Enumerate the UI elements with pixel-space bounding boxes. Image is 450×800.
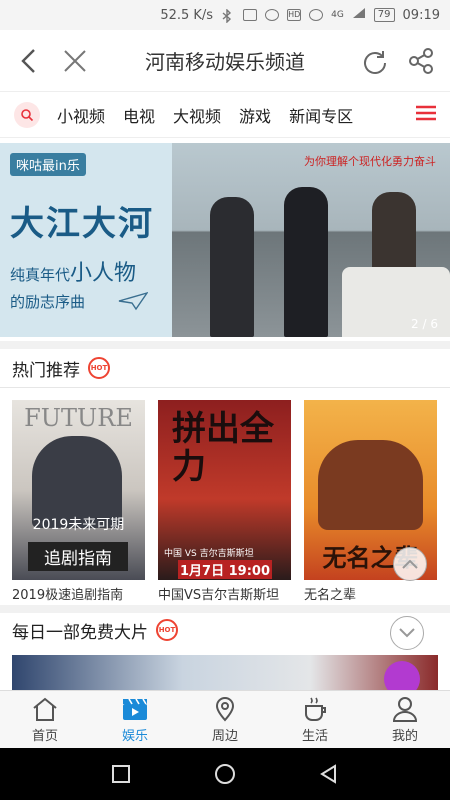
daily-section-header: 每日一部免费大片 HOT (0, 612, 450, 648)
nav-label: 我的 (391, 728, 418, 744)
nav-label: 娱乐 (121, 728, 148, 744)
close-icon[interactable] (52, 38, 98, 84)
signal-label: 4G (331, 10, 344, 20)
clock: 09:19 (402, 7, 440, 23)
banner-figure (210, 197, 254, 337)
banner-image: 为你理解个现代化勇力奋斗 2 / 6 (172, 143, 450, 337)
bottom-nav: 首页 娱乐 周边 生活 我的 (0, 690, 450, 748)
poster-title: FUTURE (24, 404, 133, 432)
poster-caption[interactable]: 中国VS吉尔吉斯斯坦 (158, 584, 279, 603)
tab-news[interactable]: 新闻专区 (289, 103, 353, 127)
hot-badge-icon: HOT (156, 619, 178, 641)
banner-subtitle-highlight: 小人物 (70, 261, 137, 286)
home-circle-icon[interactable] (214, 763, 236, 785)
tab-big-video[interactable]: 大视频 (173, 103, 221, 127)
poster-title: 拼出全力 (172, 409, 274, 487)
hot-posters: FUTURE 2019未来可期 追剧指南 拼出全力 中国 VS 吉尔吉斯斯坦 1… (0, 400, 450, 603)
nav-label: 周边 (211, 728, 238, 744)
share-icon[interactable] (398, 38, 444, 84)
status-bar: 52.5 K/s HD 4G 79 09:19 (0, 0, 450, 30)
banner-tag: 为你理解个现代化勇力奋斗 (304, 155, 436, 168)
hd-icon: HD (287, 9, 302, 21)
nav-profile[interactable]: 我的 (360, 691, 450, 748)
poster-line2: 1月7日 19:00 (178, 560, 272, 579)
hot-badge-icon: HOT (88, 357, 110, 379)
video-clapper-icon (123, 698, 147, 720)
daily-movie-thumbnail[interactable] (12, 655, 438, 690)
bluetooth-icon (221, 8, 235, 24)
nav-label: 生活 (301, 728, 328, 744)
user-icon (392, 696, 418, 722)
search-icon[interactable] (14, 101, 40, 128)
battery-icon: 79 (373, 8, 395, 22)
hot-section-header: 热门推荐 HOT (0, 350, 450, 386)
title-bar: 河南移动娱乐频道 (0, 30, 450, 92)
back-triangle-icon[interactable] (319, 764, 339, 784)
banner-carousel[interactable]: 咪咕最in乐 大江大河 纯真年代小人物 的励志序曲 为你理解个现代化勇力奋斗 2… (0, 143, 450, 337)
nav-home[interactable]: 首页 (0, 691, 90, 748)
category-bar: 小视频 电视 大视频 游戏 新闻专区 (0, 92, 450, 138)
nav-label: 首页 (31, 728, 58, 744)
network-speed: 52.5 K/s (160, 7, 214, 23)
divider (0, 387, 450, 388)
home-icon (33, 697, 57, 721)
page-title: 河南移动娱乐频道 (145, 50, 305, 74)
poster-caption[interactable]: 2019极速追剧指南 (12, 584, 123, 603)
hot-section-title: 热门推荐 (12, 360, 80, 381)
thumbnail-badge (384, 661, 420, 690)
nav-entertainment[interactable]: 娱乐 (90, 691, 180, 748)
nav-life[interactable]: 生活 (270, 691, 360, 748)
banner-subtitle-prefix: 纯真年代 (10, 266, 71, 284)
signal-bars-icon (352, 7, 366, 23)
chevron-down-icon (399, 628, 415, 638)
banner-subtitle: 纯真年代小人物 (10, 255, 162, 287)
back-arrow-icon[interactable] (6, 38, 52, 84)
poster-card[interactable]: FUTURE 2019未来可期 追剧指南 (12, 400, 145, 580)
refresh-icon[interactable] (352, 38, 398, 84)
banner-pager: 2 / 6 (411, 317, 438, 331)
poster-caption[interactable]: 无名之辈 (304, 584, 356, 603)
expand-button[interactable] (390, 616, 424, 650)
tab-games[interactable]: 游戏 (239, 103, 271, 127)
divider (0, 341, 450, 349)
poster-crowd (318, 440, 423, 530)
poster-line1: 中国 VS 吉尔吉斯斯坦 (164, 549, 254, 559)
poster-card[interactable]: 拼出全力 中国 VS 吉尔吉斯斯坦 1月7日 19:00 (158, 400, 291, 580)
nav-nearby[interactable]: 周边 (180, 691, 270, 748)
paper-plane-icon (118, 291, 148, 311)
tab-tv[interactable]: 电视 (123, 103, 155, 127)
vibrate-icon (243, 9, 258, 21)
poster-line2: 追剧指南 (28, 542, 128, 571)
tab-short-video[interactable]: 小视频 (57, 103, 105, 127)
location-pin-icon (215, 696, 235, 722)
daily-section-title: 每日一部免费大片 (12, 622, 148, 643)
menu-icon[interactable] (416, 105, 436, 125)
alarm-icon (265, 9, 280, 21)
poster-line1: 2019未来可期 (32, 517, 125, 533)
recents-square-icon[interactable] (111, 764, 131, 784)
banner-headline: 大江大河 (10, 204, 154, 244)
banner-brand: 咪咕最in乐 (10, 153, 86, 176)
eye-icon (309, 9, 324, 21)
banner-text-panel: 咪咕最in乐 大江大河 纯真年代小人物 的励志序曲 (0, 143, 172, 337)
system-nav-bar (0, 748, 450, 800)
chevron-up-icon (402, 559, 418, 569)
scroll-up-button[interactable] (393, 547, 427, 581)
coffee-cup-icon (305, 697, 326, 721)
banner-figure (284, 187, 328, 337)
